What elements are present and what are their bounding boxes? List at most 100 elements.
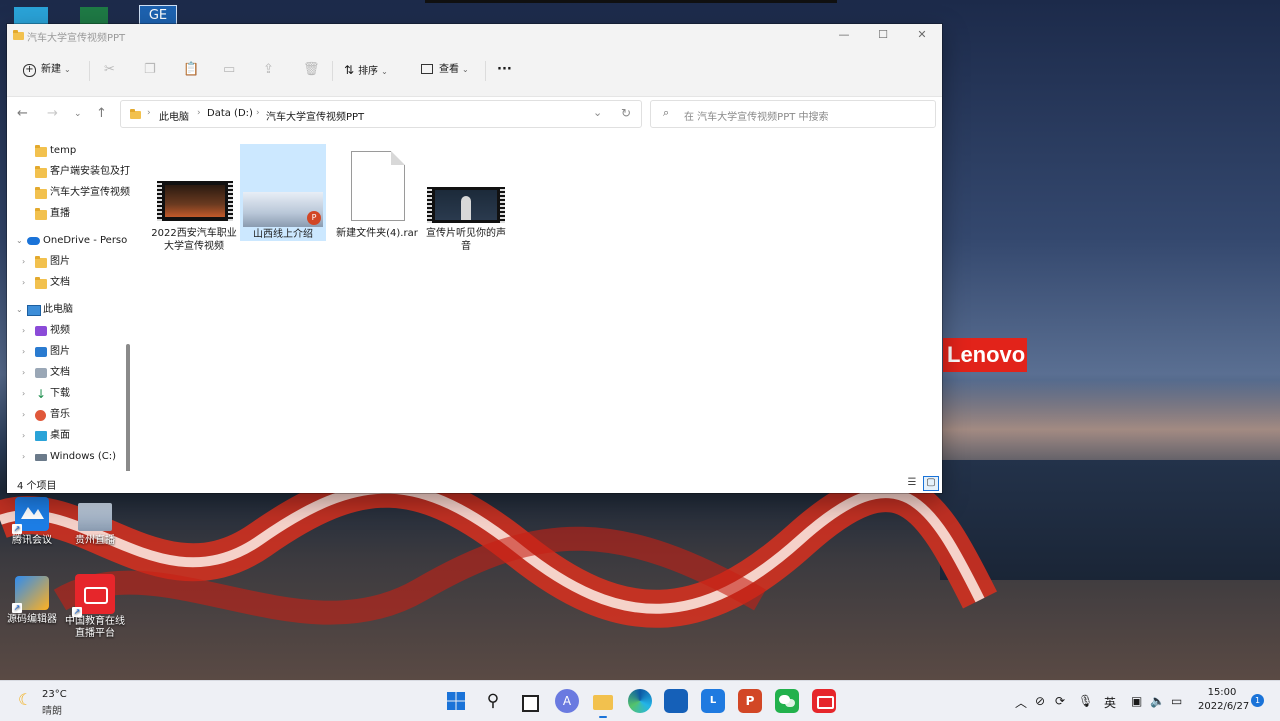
network-icon[interactable]: ▣ [1131, 694, 1142, 708]
active-indicator [599, 716, 607, 718]
microphone-icon[interactable]: 🎙 [1078, 694, 1093, 708]
edu-live-taskbar-icon[interactable] [812, 689, 836, 713]
sidebar-item-this-pc[interactable]: ⌄ 此电脑 [7, 300, 127, 320]
wechat-icon[interactable] [775, 689, 799, 713]
desktop-icon-guizhou-live[interactable]: 贵州直播 [63, 497, 127, 547]
file-item[interactable]: 宣传片听见你的声音 [423, 144, 509, 254]
chevron-down-icon: ⌄ [462, 65, 469, 74]
up-arrow-icon[interactable]: ↑ [96, 107, 107, 121]
shortcut-arrow-icon: ↗ [12, 524, 22, 534]
file-item[interactable]: 新建文件夹(4).rar [334, 144, 420, 254]
chevron-right-icon: › [22, 452, 26, 461]
folder-icon [35, 277, 47, 289]
chevron-right-icon: › [22, 410, 26, 419]
sidebar-item-downloads[interactable]: › ↓ 下载 [7, 384, 127, 404]
desktop-icon-edu-live[interactable]: ↗ 中国教育在线直播平台 [63, 574, 127, 640]
rename-icon[interactable]: ▭ [223, 60, 235, 80]
sidebar-item-label: 客户端安装包及打 [50, 166, 130, 177]
copy-icon[interactable]: ❐ [144, 60, 156, 80]
file-name: 山西线上介绍 [240, 228, 326, 241]
large-icons-view-icon[interactable]: ▢ [923, 476, 939, 491]
app-icon-a[interactable]: A [555, 689, 579, 713]
lenovo-vantage-icon[interactable]: L [701, 689, 725, 713]
close-button[interactable]: ✕ [904, 24, 940, 46]
cloud-icon [27, 237, 40, 245]
back-arrow-icon[interactable]: ← [17, 107, 28, 121]
notification-badge[interactable]: 1 [1251, 694, 1264, 707]
breadcrumb-drive-d[interactable]: Data (D:) [207, 108, 253, 119]
sidebar-item-videos[interactable]: › 视频 [7, 321, 127, 341]
edge-icon[interactable] [628, 689, 652, 713]
clock[interactable]: 15:00 2022/6/27 [1198, 686, 1249, 714]
title-bar[interactable]: 汽车大学宣传视频PPT — ☐ ✕ [7, 24, 942, 46]
breadcrumb-this-pc[interactable]: 此电脑 [159, 108, 189, 123]
download-icon: ↓ [36, 387, 47, 401]
battery-icon[interactable]: ▭ [1171, 694, 1182, 708]
desktop-icon-partial[interactable] [14, 7, 48, 24]
volume-icon[interactable]: 🔈 [1150, 694, 1165, 708]
tray-app-icon[interactable]: ⊘ [1035, 694, 1045, 708]
cut-icon[interactable]: ✂ [104, 60, 115, 80]
excel-icon[interactable] [80, 7, 108, 24]
breadcrumb-current-folder[interactable]: 汽车大学宣传视频PPT [266, 108, 364, 123]
sort-button[interactable]: ⇅ 排序 ⌄ [344, 60, 388, 80]
chevron-right-icon: › [22, 389, 26, 398]
chevron-right-icon: › [22, 431, 26, 440]
scrollbar-thumb[interactable] [126, 344, 130, 471]
sidebar-item-music[interactable]: › 音乐 [7, 405, 127, 425]
sidebar-item-car-university[interactable]: 汽车大学宣传视频 [7, 183, 130, 203]
view-button[interactable]: 查看 ⌄ [421, 60, 469, 80]
plus-icon: + [23, 64, 36, 77]
sidebar-item-windows-c[interactable]: › Windows (C:) [7, 447, 127, 467]
ime-indicator[interactable]: 英 [1104, 694, 1116, 711]
address-bar[interactable]: › 此电脑 › Data (D:) › 汽车大学宣传视频PPT ⌄ ↻ [120, 100, 642, 128]
task-view-icon[interactable] [517, 689, 541, 713]
desktop-icon-label: 贵州直播 [75, 535, 115, 546]
file-item[interactable]: 2022西安汽车职业大学宣传视频 [151, 144, 237, 254]
sidebar-item-documents[interactable]: › 文档 [7, 363, 127, 383]
sync-icon[interactable]: ⟳ [1055, 694, 1065, 708]
taskbar: ☾ 23°C 晴朗 ⚲ A L P ︿ ⊘ ⟳ 🎙 英 ▣ 🔈 ▭ 15:00 … [0, 680, 1280, 721]
ge-app-icon[interactable]: GE [139, 5, 177, 26]
recent-locations-chevron-icon[interactable]: ⌄ [74, 107, 82, 121]
start-button[interactable] [444, 689, 468, 713]
file-item-selected[interactable]: P 山西线上介绍 [240, 144, 326, 241]
sidebar-item-temp[interactable]: temp [7, 141, 127, 161]
sidebar-item-pictures[interactable]: › 图片 [7, 342, 127, 362]
chevron-down-icon: ⌄ [64, 65, 71, 74]
sidebar-item-desktop[interactable]: › 桌面 [7, 426, 127, 446]
refresh-icon[interactable]: ↻ [621, 106, 631, 120]
sidebar-item-client-package[interactable]: 客户端安装包及打 [7, 162, 130, 182]
search-icon[interactable]: ⚲ [481, 689, 505, 713]
show-hidden-icons-chevron-icon[interactable]: ︿ [1015, 694, 1027, 711]
maximize-button[interactable]: ☐ [865, 24, 901, 46]
more-options-button[interactable]: ··· [497, 60, 512, 80]
chevron-down-icon: ⌄ [16, 305, 23, 314]
view-icon [421, 64, 433, 74]
folder-icon [35, 145, 47, 157]
store-icon[interactable] [664, 689, 688, 713]
sidebar-item-live[interactable]: 直播 [7, 204, 127, 224]
file-explorer-icon[interactable] [591, 689, 615, 718]
paste-icon[interactable]: 📋 [183, 60, 199, 80]
sidebar-item-label: Windows (C:) [50, 451, 116, 462]
address-history-chevron-icon[interactable]: ⌄ [593, 106, 602, 119]
sidebar-item-onedrive[interactable]: ⌄ OneDrive - Perso [7, 231, 127, 251]
minimize-button[interactable]: — [826, 24, 862, 46]
code-editor-icon: ↗ [12, 576, 49, 613]
details-view-icon[interactable]: ☰ [904, 476, 920, 491]
sidebar-item-onedrive-documents[interactable]: › 文档 [7, 273, 127, 293]
desktop-icon-tencent-meeting[interactable]: ↗ 腾讯会议 [0, 497, 64, 547]
new-button[interactable]: + 新建 ⌄ [23, 60, 71, 80]
search-box[interactable]: ⌕ 在 汽车大学宣传视频PPT 中搜索 [650, 100, 936, 128]
powerpoint-icon[interactable]: P [738, 689, 762, 713]
desktop-icon-code-editor[interactable]: ↗ 源码编辑器 [0, 576, 64, 626]
item-count: 4 个项目 [17, 481, 57, 492]
delete-icon[interactable]: 🗑 [303, 60, 320, 80]
forward-arrow-icon[interactable]: → [47, 107, 58, 121]
share-icon[interactable]: ⇪ [263, 60, 274, 80]
sidebar-item-label: 音乐 [50, 409, 70, 420]
sidebar-item-onedrive-pictures[interactable]: › 图片 [7, 252, 127, 272]
sidebar-item-label: 文档 [50, 367, 70, 378]
sidebar-item-label: 图片 [50, 256, 70, 267]
